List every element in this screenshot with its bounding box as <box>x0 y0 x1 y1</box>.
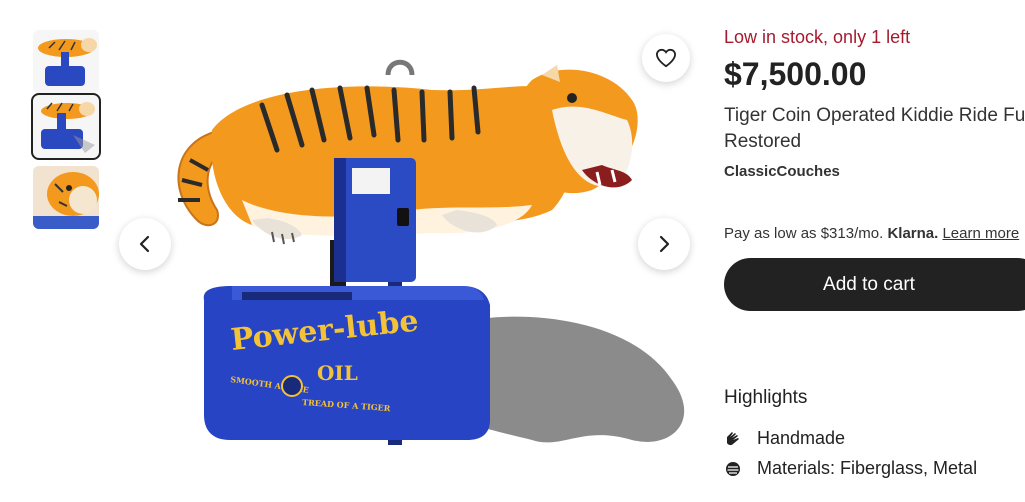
highlight-label: Materials: Fiberglass, Metal <box>757 458 978 478</box>
financing-info: Pay as low as $313/mo. Klarna. Learn mor… <box>724 225 1019 242</box>
thumbnail-3-image <box>33 166 99 229</box>
financing-text: Pay as low as $313/mo. <box>724 225 884 242</box>
hand-icon <box>724 430 742 448</box>
thumbnail-3[interactable] <box>33 166 99 229</box>
learn-more-link[interactable]: Learn more <box>942 225 1019 242</box>
thumbnail-1[interactable] <box>33 30 99 93</box>
highlight-label: Handmade <box>757 428 846 448</box>
next-image-button[interactable] <box>638 218 690 270</box>
previous-image-button[interactable] <box>119 218 171 270</box>
product-main-image: Power-lube SMOOTH AS THE TREAD OF A TIGE… <box>112 20 704 502</box>
product-details: Low in stock, only 1 left $7,500.00 Tige… <box>724 0 1025 502</box>
thumbnail-2-image <box>33 95 99 158</box>
oil-text: OIL <box>317 361 358 385</box>
materials-icon <box>724 460 742 478</box>
add-to-cart-label: Add to cart <box>823 273 915 295</box>
thumbnail-1-image <box>33 30 99 93</box>
klarna-logo: Klarna. <box>887 225 939 242</box>
price: $7,500.00 <box>724 56 867 92</box>
heart-icon <box>655 48 677 68</box>
chevron-right-icon <box>659 235 670 253</box>
shop-name-link[interactable]: ClassicCouches <box>724 163 840 180</box>
add-to-cart-button[interactable]: Add to cart <box>724 258 1025 311</box>
chevron-left-icon <box>139 235 150 253</box>
product-title: Tiger Coin Operated Kiddie Ride Fully Re… <box>724 105 1025 152</box>
favorite-button[interactable] <box>642 34 690 82</box>
thumbnail-2[interactable] <box>31 93 101 160</box>
stock-status: Low in stock, only 1 left <box>724 27 911 47</box>
highlight-materials: Materials: Fiberglass, Metal <box>724 458 977 479</box>
highlight-handmade: Handmade <box>724 428 845 449</box>
highlights-heading: Highlights <box>724 387 808 408</box>
